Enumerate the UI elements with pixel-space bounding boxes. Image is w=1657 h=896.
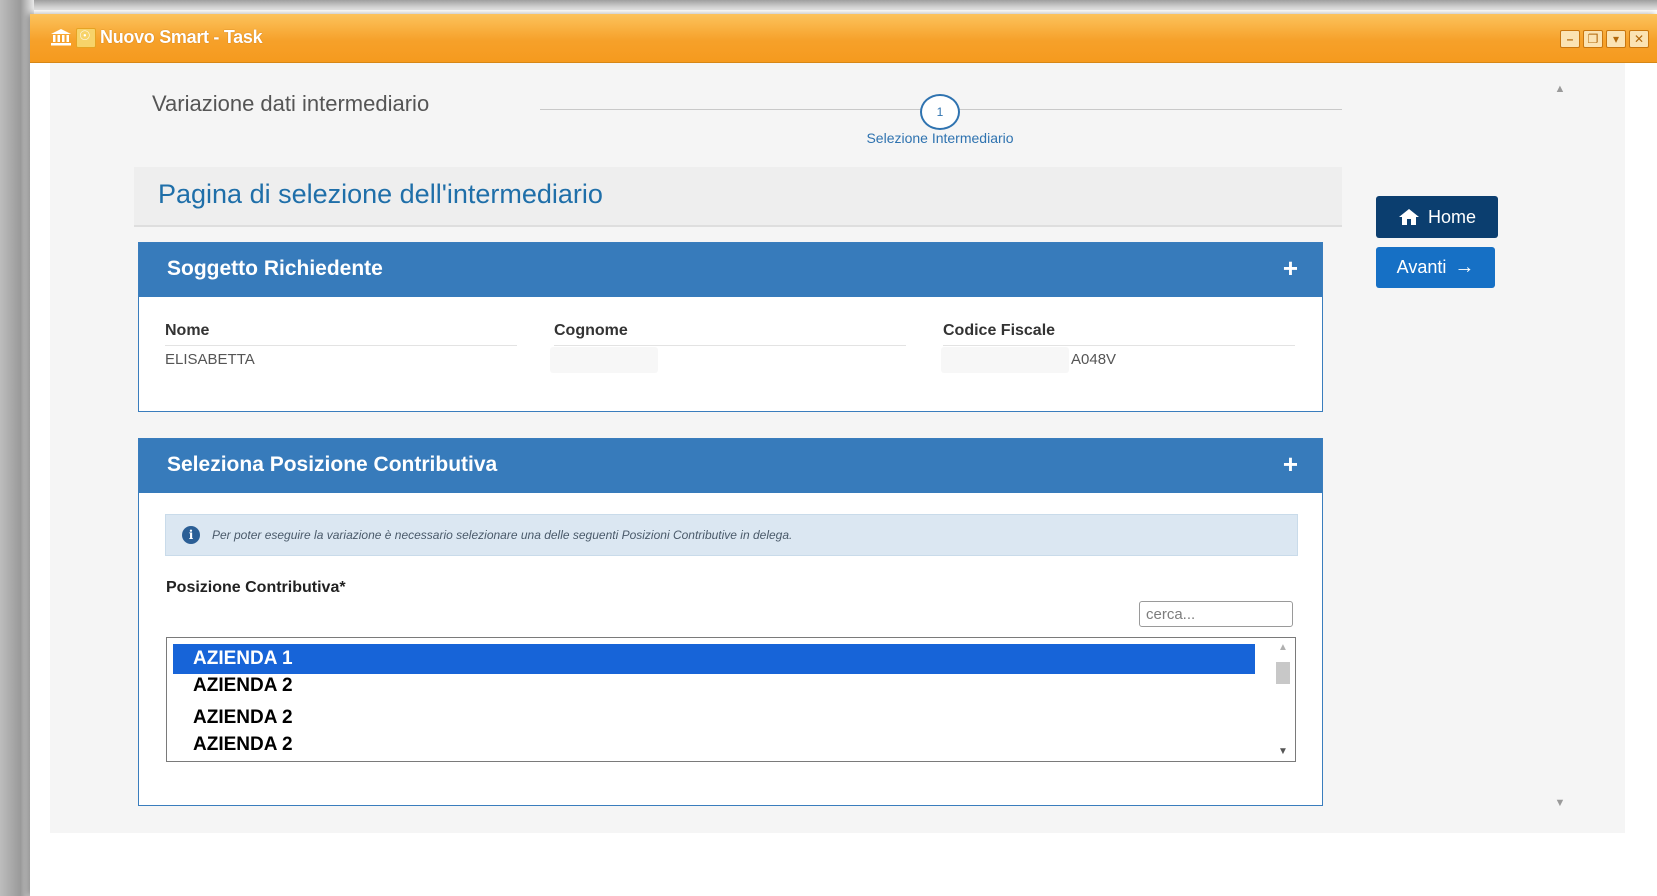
scroll-up-icon[interactable]: ▲	[1553, 83, 1567, 95]
window-controls: – ❐ ▾ ✕	[1560, 30, 1649, 48]
codice-fiscale-value: A048V	[1071, 351, 1117, 368]
page-title: Pagina di selezione dell'intermediario	[158, 179, 603, 209]
wizard-title: Variazione dati intermediario	[152, 91, 430, 116]
list-item[interactable]: AZIENDA 2	[173, 703, 1255, 733]
info-text: Per poter eseguire la variazione è neces…	[212, 528, 793, 542]
info-icon: i	[182, 526, 200, 544]
menu-icon[interactable]: ▾	[1606, 30, 1626, 48]
expand-icon[interactable]: +	[1283, 253, 1298, 284]
wizard-step-number: 1	[920, 94, 960, 130]
expand-icon[interactable]: +	[1283, 449, 1298, 480]
desktop-shadow-left	[0, 0, 34, 896]
rss-icon	[76, 28, 96, 48]
list-item[interactable]: AZIENDA 1	[173, 644, 1255, 674]
home-button-label: Home	[1427, 206, 1476, 227]
avanti-button[interactable]: Avanti →	[1376, 247, 1495, 288]
info-alert: i Per poter eseguire la variazione è nec…	[165, 514, 1298, 556]
list-item[interactable]: AZIENDA 2	[173, 730, 1255, 760]
minimize-icon[interactable]: –	[1560, 30, 1580, 48]
posizione-contributiva-panel: Seleziona Posizione Contributiva + i Per…	[138, 438, 1323, 806]
codice-fiscale-redacted	[941, 347, 1069, 373]
home-button[interactable]: Home	[1376, 196, 1498, 238]
codice-fiscale-label: Codice Fiscale	[943, 322, 1056, 339]
soggetto-richiedente-title: Soggetto Richiedente	[167, 257, 383, 280]
list-item[interactable]: AZIENDA 2	[173, 671, 1255, 701]
soggetto-richiedente-panel: Soggetto Richiedente + Nome ELISABETTA C…	[138, 242, 1323, 412]
wizard-step-label: Selezione Intermediario	[866, 130, 1014, 146]
soggetto-richiedente-header[interactable]: Soggetto Richiedente +	[139, 243, 1322, 297]
desktop-shadow-top	[0, 0, 1657, 10]
nome-value: ELISABETTA	[165, 351, 255, 368]
title-bar[interactable]: Nuovo Smart - Task – ❐ ▾ ✕	[30, 14, 1657, 63]
window-title: Nuovo Smart - Task	[100, 27, 263, 47]
main-content: ▲ ▼ Variazione dati intermediario 1 Sele…	[50, 63, 1625, 833]
nome-divider	[165, 345, 517, 346]
cognome-divider	[554, 345, 906, 346]
avanti-button-label: Avanti	[1396, 257, 1447, 277]
scroll-down-icon[interactable]: ▼	[1277, 746, 1289, 757]
posizione-contributiva-listbox[interactable]: AZIENDA 1 AZIENDA 2 AZIENDA 2 AZIENDA 2 …	[166, 637, 1296, 762]
posizione-contributiva-title: Seleziona Posizione Contributiva	[167, 453, 498, 476]
list-scrollbar[interactable]: ▲ ▼	[1273, 640, 1293, 759]
cognome-label: Cognome	[554, 322, 628, 339]
scroll-down-icon[interactable]: ▼	[1553, 797, 1567, 809]
posizione-contributiva-label: Posizione Contributiva*	[166, 579, 346, 596]
title-bar-icons	[50, 28, 96, 48]
scrollbar-thumb[interactable]	[1276, 662, 1290, 684]
page-header: Pagina di selezione dell'intermediario	[134, 167, 1342, 227]
restore-icon[interactable]: ❐	[1583, 30, 1603, 48]
cognome-redacted	[550, 347, 658, 373]
arrow-right-icon: →	[1454, 256, 1475, 278]
bank-icon	[50, 28, 72, 46]
search-input[interactable]	[1139, 601, 1293, 627]
home-icon	[1398, 208, 1420, 226]
app-window: Nuovo Smart - Task – ❐ ▾ ✕ ▲ ▼ Variazion…	[30, 14, 1657, 896]
nome-label: Nome	[165, 322, 210, 339]
close-icon[interactable]: ✕	[1629, 30, 1649, 48]
posizione-contributiva-header[interactable]: Seleziona Posizione Contributiva +	[139, 439, 1322, 493]
scroll-up-icon[interactable]: ▲	[1277, 642, 1289, 653]
codice-fiscale-divider	[943, 345, 1295, 346]
